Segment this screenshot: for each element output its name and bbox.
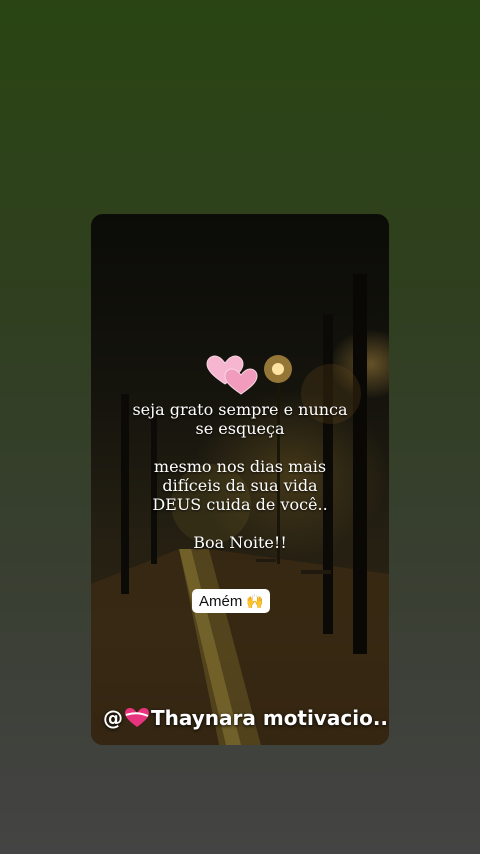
two-hearts-icon	[206, 355, 258, 395]
username-watermark[interactable]: @ Thaynara motivacio...	[103, 706, 389, 730]
quote-line-2: se esqueça	[195, 419, 285, 438]
sticker-text: Amém	[199, 592, 243, 610]
motivational-quote: seja grato sempre e nunca se esqueça mes…	[91, 400, 389, 552]
quote-line-1: seja grato sempre e nunca	[132, 400, 348, 419]
quote-line-5: DEUS cuida de você..	[152, 495, 328, 514]
quote-spacer	[91, 514, 389, 533]
heart-with-ribbon-icon	[125, 708, 149, 727]
username-name: Thaynara motivacio...	[151, 706, 389, 730]
amen-text-sticker[interactable]: Amém 🙌	[192, 589, 270, 613]
raising-hands-icon: 🙌	[246, 593, 264, 609]
quote-spacer	[91, 438, 389, 457]
quote-line-4: difíceis da sua vida	[162, 476, 318, 495]
quote-line-6: Boa Noite!!	[193, 533, 287, 552]
story-card[interactable]: seja grato sempre e nunca se esqueça mes…	[91, 214, 389, 745]
quote-line-3: mesmo nos dias mais	[153, 457, 327, 476]
username-prefix: @	[103, 706, 123, 730]
